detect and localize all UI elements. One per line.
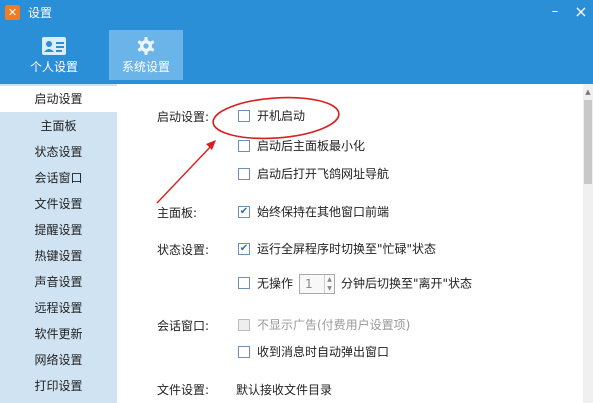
scrollbar-thumb[interactable] [584,100,592,184]
scroll-up-arrow-icon[interactable]: ▲ [583,88,593,96]
annotation-arrow-line [156,142,215,204]
annotation-arrowhead [206,140,216,150]
content-scrollbar[interactable]: ▲ [583,84,593,403]
annotation-ellipse [212,96,340,140]
red-annotation-overlay [156,96,340,204]
